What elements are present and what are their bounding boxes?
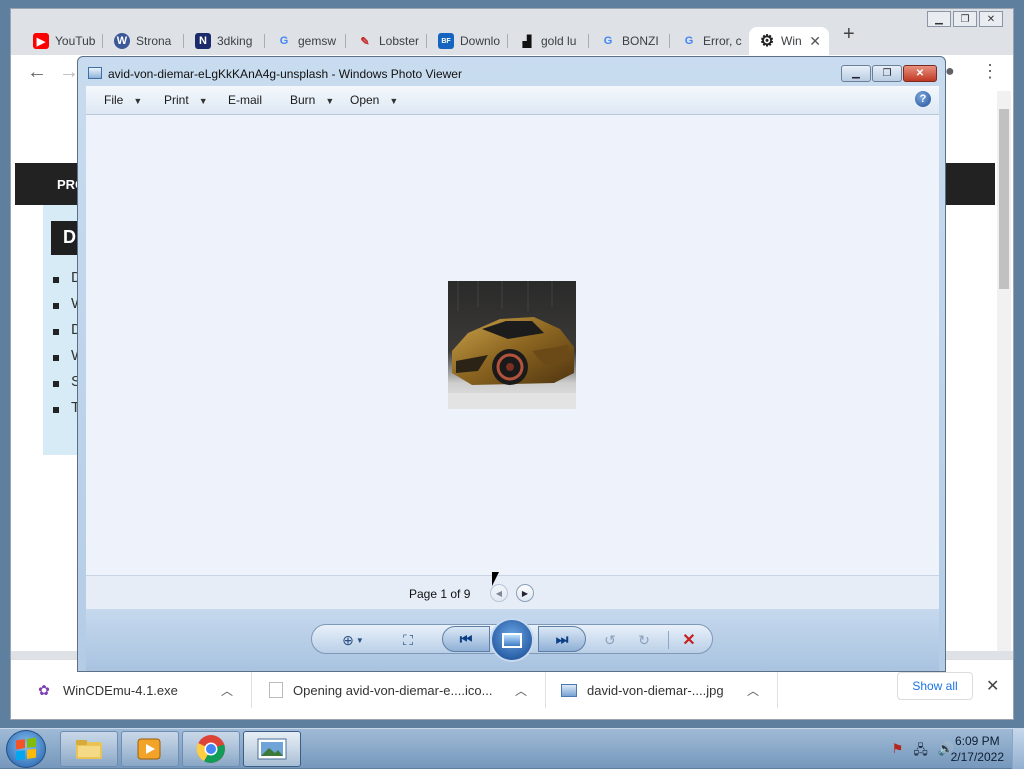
mouse-cursor <box>492 572 499 586</box>
browser-tab[interactable]: N 3dking <box>185 27 265 55</box>
close-tab-icon[interactable]: ✕ <box>809 33 821 50</box>
chrome-icon <box>196 735 225 763</box>
browser-tab-active[interactable]: ⚙ Win ✕ <box>749 27 829 55</box>
google-icon: G <box>603 35 613 47</box>
menu-dots-icon[interactable]: ⋮ <box>981 61 999 82</box>
taskbar-file-explorer[interactable] <box>60 731 118 767</box>
clock-time: 6:09 PM <box>954 734 1000 748</box>
slideshow-icon <box>502 632 522 648</box>
chevron-up-icon[interactable]: ︿ <box>747 682 759 699</box>
scrollbar-thumb[interactable] <box>999 109 1009 289</box>
chevron-up-icon[interactable]: ︿ <box>221 682 233 699</box>
browser-window-controls: ▁ ❐ ✕ <box>927 11 1003 27</box>
show-all-button[interactable]: Show all <box>897 672 973 700</box>
menu-open[interactable]: Open ▼ <box>350 93 398 107</box>
action-center-icon[interactable]: ⚑ <box>892 741 904 763</box>
sports-car-photo <box>448 281 576 409</box>
image-icon <box>561 683 577 697</box>
dropdown-arrow-icon: ▼ <box>198 96 208 106</box>
taskbar: ⚑ 🖧 🔊 6:09 PM 2/17/2022 <box>0 728 1024 769</box>
photo-viewer-icon <box>88 67 102 79</box>
window-title: avid-von-diemar-eLgKkKAnA4g-unsplash - W… <box>108 67 462 81</box>
close-button[interactable]: ✕ <box>979 11 1003 27</box>
browser-tab[interactable]: BF Downlo <box>428 27 508 55</box>
page-indicator: Page 1 of 9 <box>409 587 471 601</box>
rotate-counterclockwise-icon[interactable]: ↺ <box>600 629 620 651</box>
wordpress-icon: W <box>114 33 130 49</box>
profile-icon[interactable]: ● <box>945 63 955 81</box>
taskbar-photo-viewer[interactable] <box>243 731 301 767</box>
menu-burn[interactable]: Burn ▼ <box>290 93 334 107</box>
download-item[interactable]: david-von-diemar-....jpg ︿ <box>561 678 771 702</box>
bigfish-icon: BF <box>438 33 454 49</box>
previous-page-icon[interactable]: ◀ <box>490 584 508 602</box>
photo-image <box>448 281 576 409</box>
window-controls: ▁ ❐ ✕ <box>841 65 937 82</box>
system-tray: ⚑ 🖧 🔊 <box>892 741 954 763</box>
dropdown-arrow-icon: ▼ <box>325 96 335 106</box>
browser-tab[interactable]: ▶ YouTub <box>23 27 103 55</box>
new-tab-button[interactable]: + <box>843 23 855 46</box>
maximize-button[interactable]: ❐ <box>872 65 902 82</box>
control-pill: ⊕ ▼ ⛶ ⏮ ⏭ ↺ ↻ ✕ <box>311 618 713 662</box>
close-button[interactable]: ✕ <box>903 65 937 82</box>
playback-controls: ⊕ ▼ ⛶ ⏮ ⏭ ↺ ↻ ✕ <box>86 609 939 671</box>
photo-viewer-window: avid-von-diemar-eLgKkKAnA4g-unsplash - W… <box>77 56 946 672</box>
google-icon: G <box>279 35 289 47</box>
slideshow-button[interactable] <box>490 618 534 662</box>
browser-tab[interactable]: ✎ Lobster <box>347 27 427 55</box>
dropdown-arrow-icon: ▼ <box>389 96 399 106</box>
3dkings-icon: N <box>195 33 211 49</box>
taskbar-chrome[interactable] <box>182 731 240 767</box>
actual-size-icon[interactable]: ⛶ <box>396 629 420 651</box>
rotate-clockwise-icon[interactable]: ↻ <box>634 629 654 651</box>
clock-date: 2/17/2022 <box>950 750 1004 764</box>
gear-icon: ⚙ <box>759 33 775 50</box>
menu-bar: File ▼ Print ▼ E-mail Burn ▼ Open ▼ ? <box>86 86 939 115</box>
help-icon[interactable]: ? <box>915 91 931 107</box>
network-icon[interactable]: 🖧 <box>913 741 928 763</box>
wincdemu-icon: ✿ <box>38 681 50 698</box>
status-bar: Page 1 of 9 ◀ ▶ <box>86 575 939 609</box>
youtube-icon: ▶ <box>33 33 49 49</box>
menu-file[interactable]: File ▼ <box>104 93 142 107</box>
windows-logo-icon <box>16 737 36 761</box>
browser-tab[interactable]: G BONZI <box>590 27 670 55</box>
photo-viewer-icon <box>257 738 287 760</box>
browser-tab[interactable]: W Strona <box>104 27 184 55</box>
download-item[interactable]: Opening avid-von-diemar-e....ico... ︿ <box>269 678 539 702</box>
browser-tab[interactable]: G Error, c <box>671 27 751 55</box>
next-page-icon[interactable]: ▶ <box>516 584 534 602</box>
next-button[interactable]: ⏭ <box>538 626 586 652</box>
browser-tab[interactable]: ▟ gold lu <box>509 27 589 55</box>
restore-button[interactable]: ❐ <box>953 11 977 27</box>
close-downloads-icon[interactable]: ✕ <box>986 676 999 696</box>
menu-email[interactable]: E-mail <box>228 93 262 107</box>
image-canvas <box>86 115 939 575</box>
system-clock[interactable]: 6:09 PM 2/17/2022 <box>951 733 1004 765</box>
taskbar-media-player[interactable] <box>121 731 179 767</box>
back-arrow-icon[interactable]: ← <box>27 61 47 84</box>
file-explorer-icon <box>76 740 102 759</box>
download-item[interactable]: ✿ WinCDEmu-4.1.exe ︿ <box>35 678 245 702</box>
tab-strip: ▶ YouTub W Strona N 3dking G gemsw ✎ Lob… <box>11 21 1015 55</box>
dropdown-arrow-icon: ▼ <box>133 96 143 106</box>
media-player-icon <box>137 738 161 760</box>
browser-tab[interactable]: G gemsw <box>266 27 346 55</box>
person-icon: ▟ <box>522 35 532 48</box>
chevron-up-icon[interactable]: ︿ <box>515 682 527 699</box>
delete-icon[interactable]: ✕ <box>678 629 700 651</box>
previous-button[interactable]: ⏮ <box>442 626 490 652</box>
page-scrollbar[interactable] <box>997 91 1011 651</box>
file-icon <box>269 682 283 698</box>
start-button[interactable] <box>6 730 46 768</box>
menu-print[interactable]: Print ▼ <box>164 93 208 107</box>
minimize-button[interactable]: ▁ <box>841 65 871 82</box>
lobster-icon: ✎ <box>360 35 370 48</box>
zoom-icon[interactable]: ⊕ ▼ <box>336 629 370 651</box>
show-desktop-button[interactable] <box>1012 729 1024 769</box>
minimize-button[interactable]: ▁ <box>927 11 951 27</box>
google-icon: G <box>684 35 694 47</box>
forward-arrow-icon[interactable]: → <box>59 61 79 84</box>
